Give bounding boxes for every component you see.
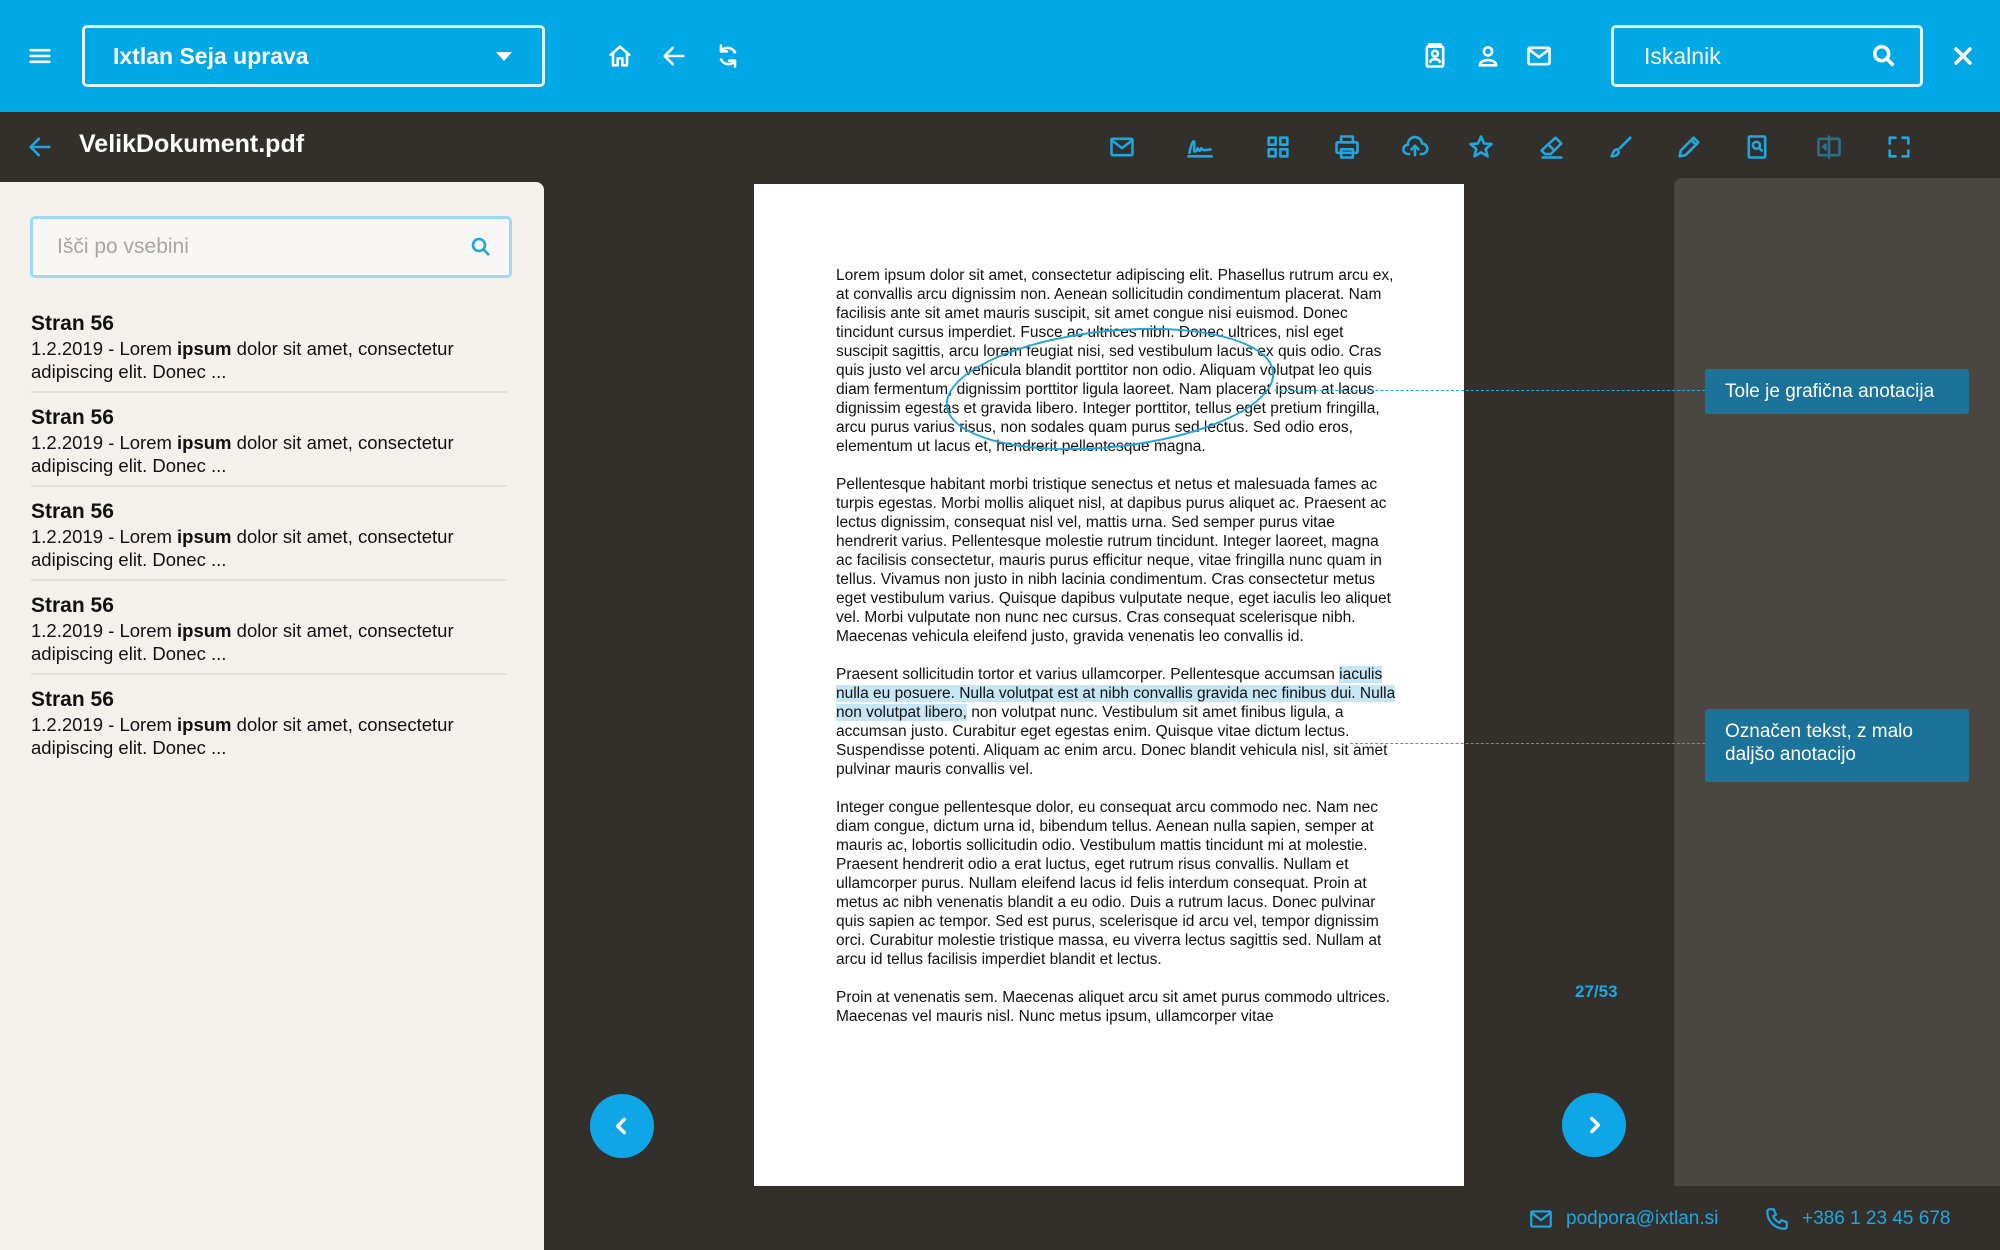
result-snippet: 1.2.2019 - Lorem ipsum dolor sit amet, c…: [31, 526, 454, 570]
print-icon[interactable]: [1322, 122, 1372, 172]
cloud-upload-icon[interactable]: [1390, 122, 1440, 172]
document-toolbar: VelikDokument.pdf: [0, 112, 2000, 182]
close-icon[interactable]: [1938, 31, 1988, 81]
phone-icon: [1766, 1208, 1788, 1230]
global-search-label: Iskalnik: [1644, 42, 1721, 69]
mail-icon[interactable]: [1097, 122, 1147, 172]
refresh-icon[interactable]: [703, 31, 753, 81]
annotation-panel: [1674, 178, 2000, 1186]
result-snippet: 1.2.2019 - Lorem ipsum dolor sit amet, c…: [31, 714, 454, 758]
back-arrow-icon[interactable]: [649, 31, 699, 81]
result-snippet: 1.2.2019 - Lorem ipsum dolor sit amet, c…: [31, 338, 454, 382]
support-phone-link[interactable]: +386 1 23 45 678: [1764, 1206, 1950, 1232]
annotation-note[interactable]: Tole je grafična anotacija: [1705, 369, 1969, 414]
module-select-label: Ixtlan Seja uprava: [113, 42, 309, 69]
next-page-button[interactable]: [1562, 1093, 1626, 1157]
mail-icon: [1530, 1210, 1552, 1228]
annotation-note-text: Tole je grafična anotacija: [1725, 381, 1935, 402]
chevron-left-icon: [615, 1117, 626, 1135]
chevron-down-icon: [496, 52, 512, 61]
page-indicator: 27/53: [1575, 982, 1618, 1001]
result-page-title: Stran 56: [31, 406, 114, 429]
mail-icon[interactable]: [1514, 31, 1564, 81]
content-search-field[interactable]: [30, 216, 512, 278]
search-result-item[interactable]: Stran 56 1.2.2019 - Lorem ipsum dolor si…: [31, 401, 507, 487]
search-result-item[interactable]: Stran 56 1.2.2019 - Lorem ipsum dolor si…: [31, 307, 507, 393]
document-search-icon[interactable]: [1732, 122, 1782, 172]
back-arrow-icon[interactable]: [15, 122, 65, 172]
result-page-title: Stran 56: [31, 312, 114, 335]
annotation-leader-line: [1350, 743, 1705, 744]
search-result-item[interactable]: Stran 56 1.2.2019 - Lorem ipsum dolor si…: [31, 589, 507, 675]
result-snippet: 1.2.2019 - Lorem ipsum dolor sit amet, c…: [31, 432, 454, 476]
contacts-icon[interactable]: [1410, 31, 1460, 81]
search-icon[interactable]: [1870, 42, 1898, 76]
annotation-note[interactable]: Označen tekst, z malo daljšo anotacijo: [1705, 709, 1969, 782]
page-paragraph: Praesent sollicitudin tortor et varius u…: [836, 666, 1396, 778]
search-icon[interactable]: [469, 235, 493, 264]
support-email-link[interactable]: podpora@ixtlan.si: [1528, 1206, 1718, 1232]
content-search-panel: Stran 56 1.2.2019 - Lorem ipsum dolor si…: [0, 182, 544, 1250]
eraser-icon[interactable]: [1527, 122, 1577, 172]
brush-icon[interactable]: [1596, 122, 1646, 172]
result-snippet: 1.2.2019 - Lorem ipsum dolor sit amet, c…: [31, 620, 454, 664]
compare-icon[interactable]: [1804, 122, 1854, 172]
result-page-title: Stran 56: [31, 688, 114, 711]
user-icon[interactable]: [1463, 31, 1513, 81]
star-icon[interactable]: [1456, 122, 1506, 172]
page-paragraph: Integer congue pellentesque dolor, eu co…: [836, 799, 1382, 968]
document-title: VelikDokument.pdf: [79, 130, 305, 158]
support-email: podpora@ixtlan.si: [1566, 1208, 1719, 1229]
grid-icon[interactable]: [1253, 122, 1303, 172]
result-page-title: Stran 56: [31, 500, 114, 523]
home-icon[interactable]: [595, 31, 645, 81]
content-search-input[interactable]: [57, 235, 437, 259]
search-result-item[interactable]: Stran 56 1.2.2019 - Lorem ipsum dolor si…: [31, 495, 507, 581]
pencil-icon[interactable]: [1664, 122, 1714, 172]
search-result-item[interactable]: Stran 56 1.2.2019 - Lorem ipsum dolor si…: [31, 683, 507, 767]
fullscreen-icon[interactable]: [1874, 122, 1924, 172]
chevron-right-icon: [1590, 1116, 1601, 1134]
global-search-field[interactable]: Iskalnik: [1611, 25, 1923, 87]
menu-icon[interactable]: [15, 31, 65, 81]
annotation-leader-line: [1275, 390, 1705, 391]
previous-page-button[interactable]: [590, 1094, 654, 1158]
support-phone: +386 1 23 45 678: [1802, 1208, 1951, 1229]
page-paragraph: Pellentesque habitant morbi tristique se…: [836, 476, 1391, 645]
signature-icon[interactable]: [1175, 122, 1225, 172]
module-select[interactable]: Ixtlan Seja uprava: [82, 25, 545, 87]
page-paragraph: Proin at venenatis sem. Maecenas aliquet…: [836, 989, 1390, 1025]
search-results-list: Stran 56 1.2.2019 - Lorem ipsum dolor si…: [31, 307, 507, 775]
annotation-note-text: Označen tekst, z malo daljšo anotacijo: [1725, 721, 1913, 765]
result-page-title: Stran 56: [31, 594, 114, 617]
top-bar: Ixtlan Seja uprava Iskalnik: [0, 0, 2000, 112]
